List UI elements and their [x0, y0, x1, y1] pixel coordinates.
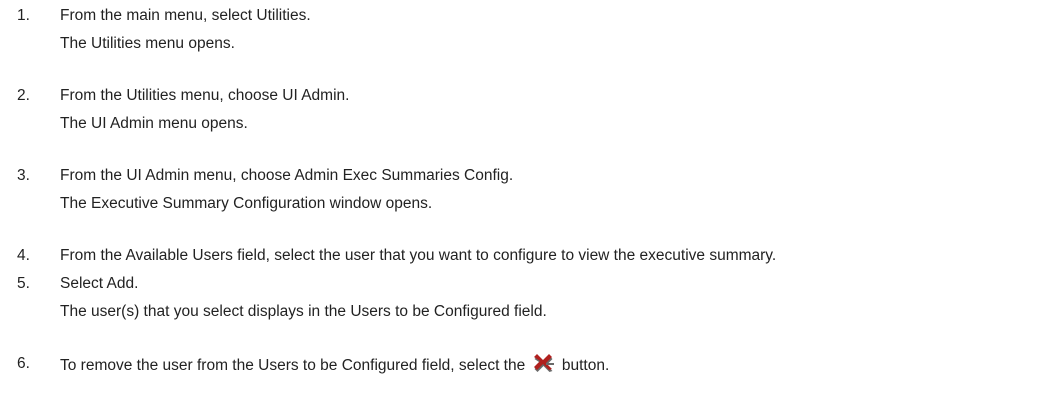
step-result: The Executive Summary Configuration wind…	[60, 195, 433, 212]
step-instruction: From the Utilities menu, choose UI Admin…	[60, 87, 350, 104]
step-number: 1.	[17, 7, 30, 24]
step-instruction: From the Available Users field, select t…	[60, 247, 777, 264]
step-instruction: To remove the user from the Users to be …	[60, 354, 609, 376]
step-result: The Utilities menu opens.	[60, 35, 235, 52]
document-page: { "steps": [ { "number": "1.", "text": "…	[0, 0, 1049, 409]
step-instruction: From the main menu, select Utilities.	[60, 7, 311, 24]
step-number: 5.	[17, 275, 30, 292]
step-number: 3.	[17, 167, 30, 184]
step-number: 6.	[17, 355, 30, 372]
step-instruction: From the UI Admin menu, choose Admin Exe…	[60, 167, 514, 184]
step-number: 2.	[17, 87, 30, 104]
step-text-before-icon: To remove the user from the Users to be …	[60, 357, 530, 374]
remove-user-icon	[532, 354, 556, 372]
step-instruction: Select Add.	[60, 275, 139, 292]
step-result: The user(s) that you select displays in …	[60, 303, 547, 320]
step-result: The UI Admin menu opens.	[60, 115, 248, 132]
step-number: 4.	[17, 247, 30, 264]
step-text-after-icon: button.	[557, 357, 610, 374]
